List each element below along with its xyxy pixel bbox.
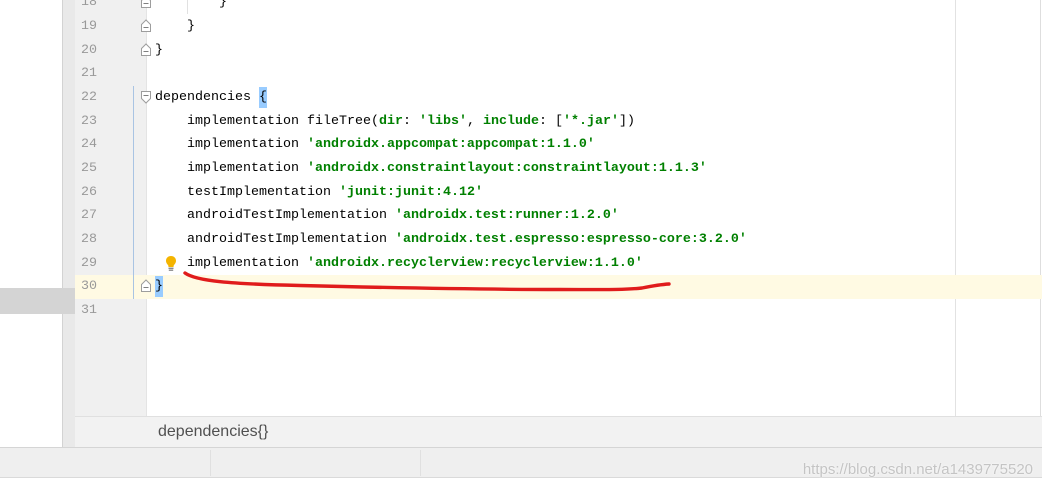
string-literal: 'androidx.test:runner:1.2.0'	[394, 208, 619, 224]
breadcrumb: dependencies{}	[75, 416, 1042, 447]
indent-guide	[187, 0, 188, 14]
editor-line[interactable]: 23 implementation fileTree(dir: 'libs', …	[0, 110, 1042, 134]
code-text[interactable]: implementation fileTree(dir: 'libs', inc…	[155, 110, 635, 134]
named-argument: include	[482, 113, 539, 129]
editor-line[interactable]: 21	[0, 62, 1042, 86]
line-number: 24	[81, 137, 97, 153]
code-text[interactable]: }	[155, 15, 195, 39]
line-number: 27	[81, 208, 97, 224]
code-token: :	[402, 113, 419, 129]
matched-brace: }	[155, 276, 163, 298]
code-token: }	[155, 18, 195, 34]
editor-line[interactable]: 29 implementation 'androidx.recyclerview…	[0, 252, 1042, 276]
editor-line[interactable]: 30}	[0, 275, 1042, 300]
ide-editor-window: 18 } 19 } 20} 21 22 dependencies {23 implemen…	[0, 0, 1042, 491]
string-literal: '*.jar'	[562, 113, 619, 129]
editor-line[interactable]: 27 androidTestImplementation 'androidx.t…	[0, 204, 1042, 228]
line-number: 19	[81, 18, 97, 34]
string-literal: 'androidx.appcompat:appcompat:1.1.0'	[306, 137, 595, 153]
editor-line[interactable]: 24 implementation 'androidx.appcompat:ap…	[0, 133, 1042, 157]
code-token: implementation fileTree(	[155, 113, 379, 129]
line-number: 25	[81, 160, 97, 176]
editor-line[interactable]: 20}	[0, 39, 1042, 63]
code-token: ,	[466, 113, 483, 129]
code-token: androidTestImplementation	[155, 232, 395, 248]
code-text[interactable]: dependencies {	[155, 86, 267, 110]
code-text[interactable]: implementation 'androidx.appcompat:appco…	[155, 133, 595, 157]
matched-brace: {	[258, 86, 267, 108]
code-text[interactable]: androidTestImplementation 'androidx.test…	[155, 228, 747, 252]
code-token: ])	[618, 113, 635, 129]
line-number: 28	[81, 232, 97, 248]
block-scope-indicator	[133, 86, 134, 299]
editor-line[interactable]: 31	[0, 299, 1042, 323]
code-text[interactable]: }	[155, 275, 163, 299]
status-bar-divider	[210, 450, 211, 476]
editor-line[interactable]: 19 }	[0, 15, 1042, 39]
code-token: }	[155, 42, 163, 58]
line-number: 30	[81, 279, 97, 295]
line-number: 31	[81, 303, 97, 319]
string-literal: 'libs'	[418, 113, 467, 129]
fold-end-icon[interactable]	[140, 279, 152, 293]
string-literal: 'androidx.test.espresso:espresso-core:3.…	[394, 232, 747, 248]
named-argument: dir	[378, 113, 403, 129]
code-token: implementation	[155, 160, 307, 176]
fold-end-icon[interactable]	[140, 0, 152, 9]
code-text[interactable]: }	[155, 0, 227, 15]
line-number: 21	[81, 66, 97, 82]
code-token: implementation	[155, 137, 307, 153]
code-text[interactable]: implementation 'androidx.recyclerview:re…	[155, 252, 643, 276]
code-token: implementation	[155, 255, 307, 271]
line-number: 20	[81, 42, 97, 58]
string-literal: 'androidx.constraintlayout:constraintlay…	[306, 160, 707, 176]
code-text[interactable]: implementation 'androidx.constraintlayou…	[155, 157, 707, 181]
fold-end-icon[interactable]	[140, 19, 152, 33]
editor-line[interactable]: 25 implementation 'androidx.constraintla…	[0, 157, 1042, 181]
line-number: 26	[81, 184, 97, 200]
watermark-text: https://blog.csdn.net/a1439775520	[802, 461, 1033, 478]
code-token: : [	[538, 113, 563, 129]
line-number: 29	[81, 255, 97, 271]
status-bar-divider	[420, 450, 421, 476]
code-lines[interactable]: 18 } 19 } 20} 21 22 dependencies {23 implemen…	[0, 0, 1042, 323]
line-number: 22	[81, 89, 97, 105]
string-literal: 'androidx.recyclerview:recyclerview:1.1.…	[306, 255, 643, 271]
fold-start-icon[interactable]	[140, 90, 152, 104]
line-number: 23	[81, 113, 97, 129]
fold-end-icon[interactable]	[140, 42, 152, 57]
code-token: testImplementation	[155, 184, 339, 200]
current-line-highlight	[75, 275, 1042, 300]
code-text[interactable]: }	[155, 39, 163, 63]
editor-line[interactable]: 28 androidTestImplementation 'androidx.t…	[0, 228, 1042, 252]
code-text[interactable]: testImplementation 'junit:junit:4.12'	[155, 181, 483, 205]
line-number: 18	[81, 0, 97, 11]
string-literal: 'junit:junit:4.12'	[338, 184, 483, 200]
editor-line[interactable]: 18 }	[0, 0, 1042, 15]
lightbulb-icon[interactable]	[165, 255, 177, 272]
code-text[interactable]: androidTestImplementation 'androidx.test…	[155, 204, 619, 228]
breadcrumb-item-dependencies[interactable]: dependencies{}	[158, 417, 268, 446]
code-token: }	[155, 0, 227, 11]
editor-line[interactable]: 26 testImplementation 'junit:junit:4.12'	[0, 181, 1042, 205]
editor-line[interactable]: 22 dependencies {	[0, 86, 1042, 110]
code-token: dependencies	[155, 89, 259, 105]
code-token: androidTestImplementation	[155, 208, 395, 224]
